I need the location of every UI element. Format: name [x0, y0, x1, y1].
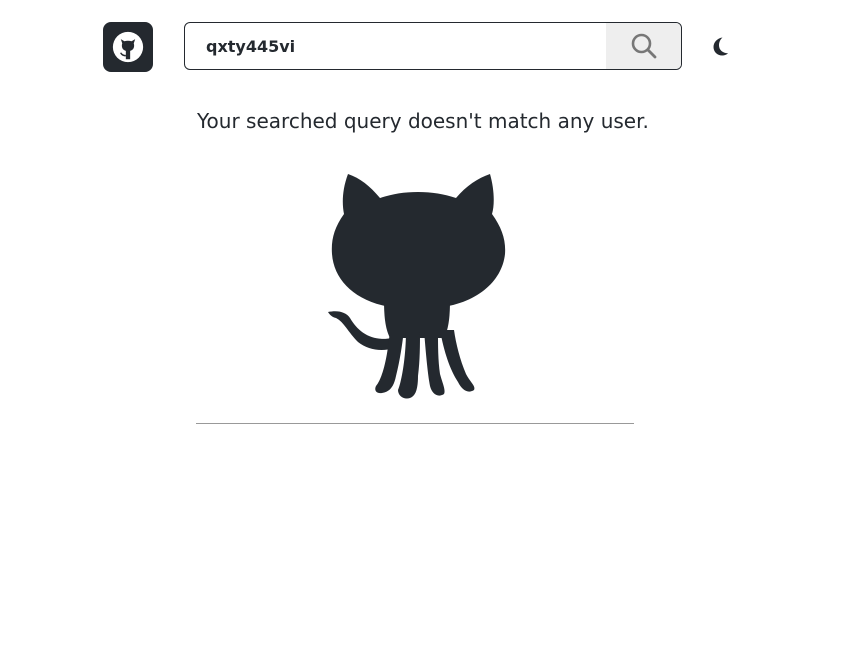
no-results-message: Your searched query doesn't match any us…: [197, 109, 649, 133]
page: Your searched query doesn't match any us…: [0, 0, 841, 663]
github-logo[interactable]: [103, 22, 153, 72]
moon-icon: [713, 37, 728, 56]
search-input[interactable]: [185, 23, 606, 69]
search-button[interactable]: [606, 23, 681, 69]
theme-toggle-button[interactable]: [706, 32, 734, 60]
divider: [196, 423, 634, 424]
github-octocat-icon: [112, 31, 144, 63]
search-bar: [184, 22, 682, 70]
search-icon: [631, 33, 656, 59]
octocat-illustration: [328, 174, 506, 399]
